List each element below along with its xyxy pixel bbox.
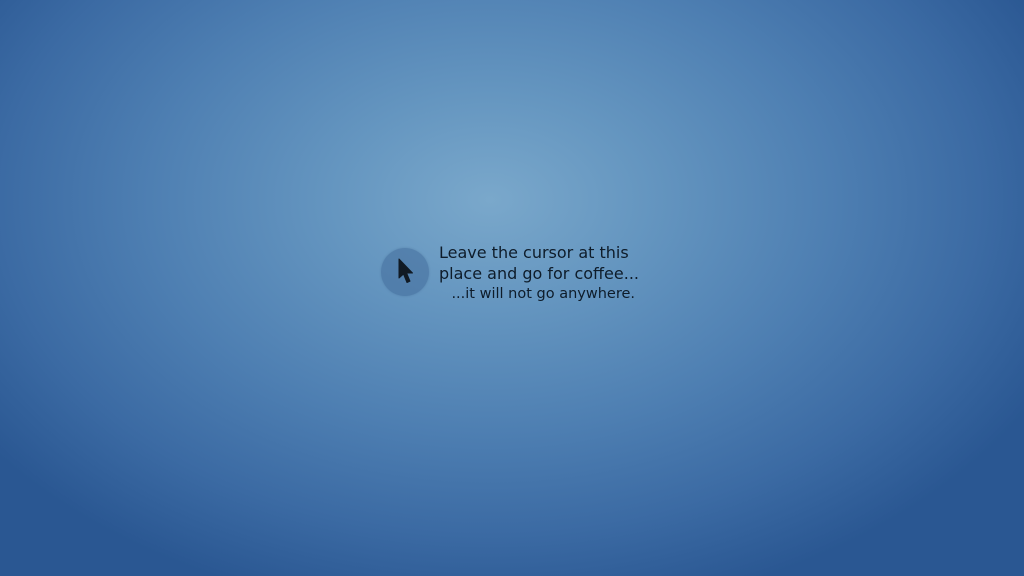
desktop-wallpaper: Leave the cursor at this place and go fo… bbox=[0, 0, 1024, 576]
message-line-2: place and go for coffee... bbox=[439, 264, 639, 283]
message-line-1: Leave the cursor at this bbox=[439, 243, 629, 262]
cursor-arrow-icon bbox=[398, 258, 413, 283]
cursor-ring bbox=[381, 248, 429, 296]
message-line-3: ...it will not go anywhere. bbox=[451, 286, 635, 302]
wallpaper-message: Leave the cursor at this place and go fo… bbox=[439, 242, 639, 304]
